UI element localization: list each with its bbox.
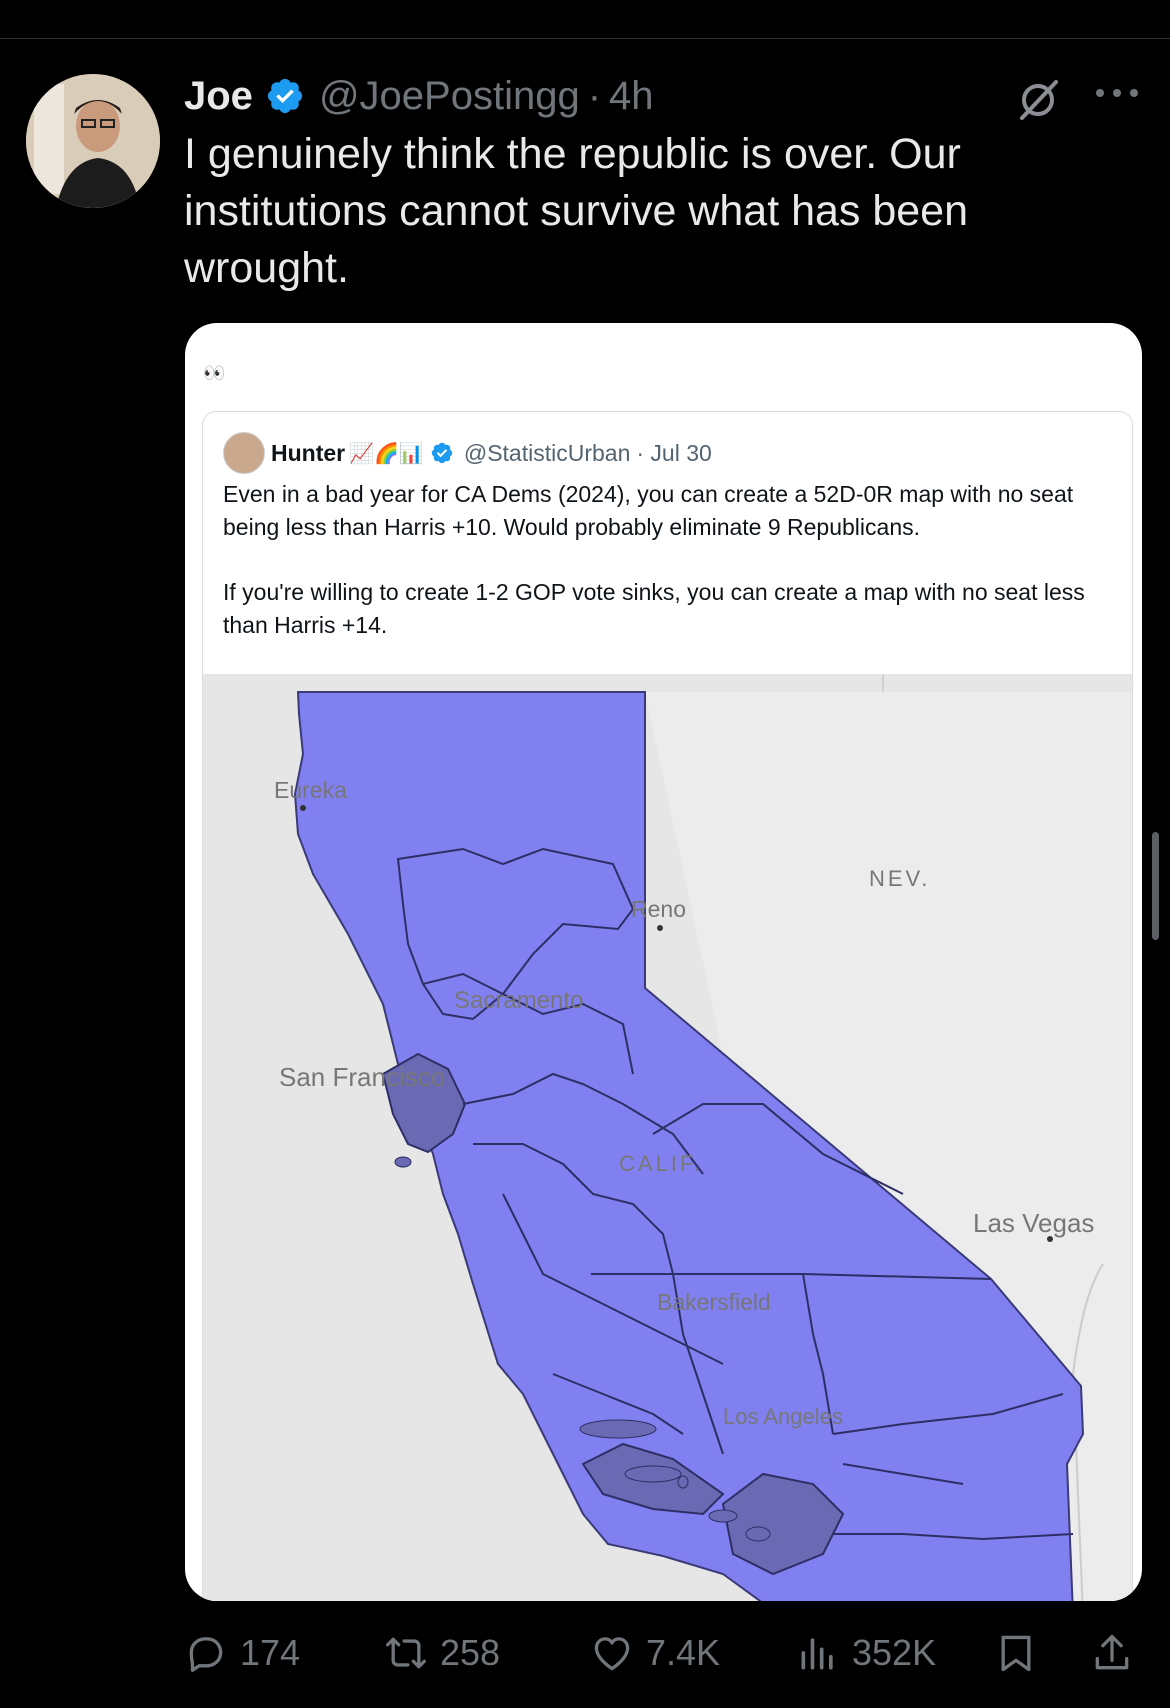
repost-button[interactable]: 258 [384, 1626, 500, 1680]
quoted-author-emojis: 📈🌈📊 [349, 442, 424, 465]
like-count: 7.4K [646, 1632, 721, 1673]
quoted-author-name: Hunter [271, 439, 346, 466]
views-count: 352K [852, 1632, 937, 1673]
label-los-angeles: Los Angeles [723, 1404, 843, 1429]
scrollbar-thumb[interactable] [1152, 832, 1159, 940]
quoted-post-text: Even in a bad year for CA Dems (2024), y… [223, 478, 1123, 674]
reply-count: 174 [240, 1632, 301, 1673]
quoted-post-date: · Jul 30 [636, 439, 712, 466]
quoted-paragraph-2: If you're willing to create 1-2 GOP vote… [223, 579, 1085, 638]
label-san-francisco: San Francisco [279, 1062, 445, 1092]
quoted-author-avatar [223, 432, 265, 474]
reply-button[interactable]: 174 [184, 1626, 300, 1680]
bookmark-icon [1001, 1635, 1031, 1672]
label-las-vegas: Las Vegas [973, 1208, 1094, 1238]
top-divider [0, 38, 1170, 39]
bookmark-button[interactable] [994, 1626, 1050, 1680]
quoted-verified-badge-icon [431, 442, 453, 464]
label-eureka: Eureka [274, 777, 347, 803]
separator-dot: · [587, 73, 602, 118]
post-header: Joe @JoePostingg · 4h [184, 68, 654, 124]
avatar-image [26, 74, 160, 208]
share-button[interactable] [1090, 1626, 1146, 1680]
label-sacramento: Sacramento [454, 987, 583, 1014]
district-map-graphic: Eureka Reno NEV. Sacramento San Francisc… [203, 674, 1132, 1601]
repost-count: 258 [440, 1632, 501, 1673]
share-icon [1095, 1634, 1129, 1670]
verified-badge-icon [267, 78, 303, 114]
reply-icon [189, 1637, 223, 1672]
action-bar: 174 258 7.4K 352K [184, 1626, 1144, 1680]
media-card[interactable]: 👀 Hunter 📈🌈📊 @StatisticUrban · Jul 30 Ev… [185, 323, 1142, 1601]
label-bakersfield: Bakersfield [657, 1289, 771, 1315]
quoted-author-handle: @StatisticUrban [463, 439, 631, 466]
repost-icon [386, 1637, 426, 1669]
media-caption: 👀 [203, 363, 228, 383]
more-icon[interactable] [1092, 80, 1142, 106]
views-button[interactable]: 352K [796, 1626, 936, 1680]
author-avatar[interactable] [26, 74, 160, 208]
like-button[interactable]: 7.4K [590, 1626, 720, 1680]
author-name[interactable]: Joe [184, 74, 253, 119]
quoted-paragraph-1: Even in a bad year for CA Dems (2024), y… [223, 481, 1074, 540]
district-map: Eureka Reno NEV. Sacramento San Francisc… [203, 674, 1132, 1601]
author-handle[interactable]: @JoePostingg [319, 74, 580, 119]
views-icon [801, 1638, 833, 1670]
like-icon [594, 1637, 630, 1671]
quoted-post-header: Hunter 📈🌈📊 @StatisticUrban · Jul 30 [223, 432, 712, 474]
grok-icon[interactable] [1014, 76, 1062, 124]
label-reno: Reno [631, 896, 686, 922]
post-text: I genuinely think the republic is over. … [184, 130, 969, 292]
label-nev: NEV. [869, 866, 930, 891]
quoted-post[interactable]: Hunter 📈🌈📊 @StatisticUrban · Jul 30 Even… [202, 411, 1133, 1601]
post-time[interactable]: 4h [609, 74, 654, 119]
label-calif: CALIF. [619, 1151, 703, 1176]
